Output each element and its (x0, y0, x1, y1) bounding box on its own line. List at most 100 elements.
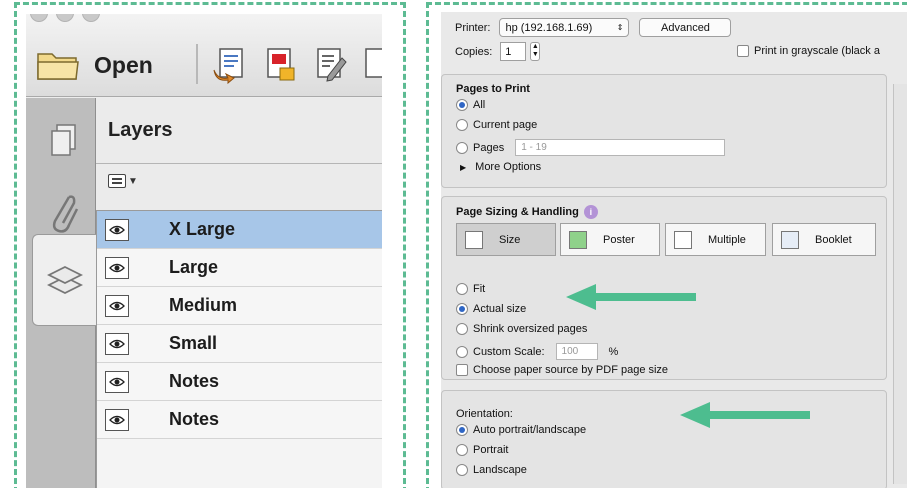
arrow-left-icon (566, 284, 696, 310)
layers-options-button[interactable]: ▼ (108, 174, 138, 188)
mode-multiple-button[interactable]: Multiple (665, 223, 766, 256)
layer-visibility-toggle[interactable] (105, 332, 129, 355)
radio-auto-button[interactable] (456, 424, 468, 436)
radio-landscape[interactable]: Landscape (456, 464, 527, 476)
layer-visibility-toggle[interactable] (105, 256, 129, 279)
layer-row[interactable]: Notes (97, 401, 382, 439)
chevron-down-icon: ▼ (128, 175, 138, 187)
radio-shrink[interactable]: Shrink oversized pages (456, 323, 587, 335)
radio-portrait-label: Portrait (473, 444, 509, 456)
radio-pages[interactable]: Pages 1 - 19 (456, 139, 726, 156)
tab-pages[interactable] (32, 106, 96, 176)
printer-label: Printer: (455, 21, 491, 34)
preview-strip (893, 84, 907, 484)
poster-mode-icon (569, 230, 587, 249)
radio-all[interactable]: All (456, 99, 485, 111)
layer-row[interactable]: X Large (97, 211, 382, 249)
custom-scale-input[interactable]: 100 (555, 343, 598, 360)
copies-input[interactable]: 1 (500, 42, 527, 61)
grayscale-label: Print in grayscale (black a (754, 45, 880, 57)
radio-all-button[interactable] (456, 99, 468, 111)
radio-auto-label: Auto portrait/landscape (473, 424, 587, 436)
eye-icon (109, 415, 125, 424)
radio-current-button[interactable] (456, 119, 468, 131)
layer-row[interactable]: Small (97, 325, 382, 363)
copies-stepper[interactable]: ▲ ▼ (530, 42, 541, 61)
more-options-label: More Options (475, 161, 542, 173)
navigation-tabs (26, 98, 97, 488)
layers-header: Layers (96, 98, 382, 164)
copies-label: Copies: (455, 45, 493, 58)
pages-to-print-title: Pages to Print (456, 83, 530, 95)
info-icon[interactable]: i (583, 205, 598, 219)
radio-actual-button[interactable] (456, 303, 468, 315)
paper-source-checkbox[interactable] (456, 364, 468, 376)
radio-current-page[interactable]: Current page (456, 119, 537, 131)
multiple-mode-icon (674, 230, 692, 249)
mode-poster-button[interactable]: Poster (560, 223, 660, 256)
booklet-mode-icon (781, 230, 799, 249)
layer-visibility-toggle[interactable] (105, 408, 129, 431)
layers-icon (47, 265, 83, 295)
eye-icon (109, 339, 125, 348)
radio-portrait-button[interactable] (456, 444, 468, 456)
layer-row[interactable]: Notes (97, 363, 382, 401)
orientation-title: Orientation: (456, 408, 513, 420)
radio-actual-size[interactable]: Actual size (456, 303, 526, 315)
pages-icon (51, 124, 76, 156)
more-tools-icon[interactable] (364, 46, 382, 84)
radio-fit-button[interactable] (456, 283, 468, 295)
page-sizing-header: Page Sizing & Handling i (456, 205, 598, 219)
grayscale-row: Print in grayscale (black a (737, 45, 880, 57)
radio-auto-orientation[interactable]: Auto portrait/landscape (456, 424, 586, 436)
pages-to-print-section: Pages to Print All Current page Pages 1 … (441, 74, 887, 188)
zoom-window-button[interactable] (82, 14, 100, 22)
page-sizing-title: Page Sizing & Handling (456, 206, 579, 218)
save-document-icon[interactable] (212, 46, 248, 84)
radio-pages-label: Pages (473, 141, 505, 154)
radio-custom-button[interactable] (456, 345, 468, 358)
mode-booklet-label: Booklet (815, 233, 852, 246)
paperclip-icon (52, 195, 79, 233)
open-label: Open (94, 51, 153, 78)
radio-current-label: Current page (473, 119, 538, 131)
radio-shrink-label: Shrink oversized pages (473, 323, 588, 335)
tab-layers[interactable] (32, 234, 97, 326)
copies-row: Copies: 1 ▲ ▼ (455, 42, 541, 61)
radio-shrink-button[interactable] (456, 323, 468, 335)
grayscale-checkbox[interactable] (737, 45, 749, 57)
advanced-button[interactable]: Advanced (639, 18, 732, 37)
layer-visibility-toggle[interactable] (105, 294, 129, 317)
page-range-input[interactable]: 1 - 19 (515, 139, 726, 156)
close-window-button[interactable] (30, 14, 48, 22)
acrobat-window: Open Layers ▼ X Large Large Medium Small… (26, 14, 382, 488)
radio-portrait[interactable]: Portrait (456, 444, 508, 456)
layer-name: Notes (169, 371, 220, 391)
paper-source-row[interactable]: Choose paper source by PDF page size (456, 364, 668, 376)
printer-select[interactable]: hp (192.168.1.69) ⇕ (499, 18, 630, 37)
window-controls (26, 14, 100, 26)
print-dialog: Printer: hp (192.168.1.69) ⇕ Advanced Co… (441, 12, 907, 488)
minimize-window-button[interactable] (56, 14, 74, 22)
layer-name: Large (169, 257, 219, 277)
toolbar: Open (26, 14, 382, 97)
layer-visibility-toggle[interactable] (105, 218, 129, 241)
open-button[interactable]: Open (36, 48, 153, 82)
mode-poster-label: Poster (603, 233, 635, 246)
layer-visibility-toggle[interactable] (105, 370, 129, 393)
radio-all-label: All (473, 99, 486, 111)
mode-size-button[interactable]: Size (456, 223, 556, 256)
edit-document-icon[interactable] (312, 46, 348, 84)
layer-row[interactable]: Medium (97, 287, 382, 325)
eye-icon (109, 263, 125, 272)
radio-pages-button[interactable] (456, 141, 468, 154)
more-options-toggle[interactable]: ▶ More Options (460, 161, 541, 173)
mode-booklet-button[interactable]: Booklet (772, 223, 876, 256)
disclosure-triangle-icon: ▶ (460, 162, 467, 172)
radio-fit[interactable]: Fit (456, 283, 485, 295)
radio-landscape-button[interactable] (456, 464, 468, 476)
create-pdf-icon[interactable] (262, 46, 298, 84)
paper-source-label: Choose paper source by PDF page size (473, 364, 669, 376)
layer-row[interactable]: Large (97, 249, 382, 287)
radio-custom-scale[interactable]: Custom Scale: 100 % (456, 343, 618, 360)
